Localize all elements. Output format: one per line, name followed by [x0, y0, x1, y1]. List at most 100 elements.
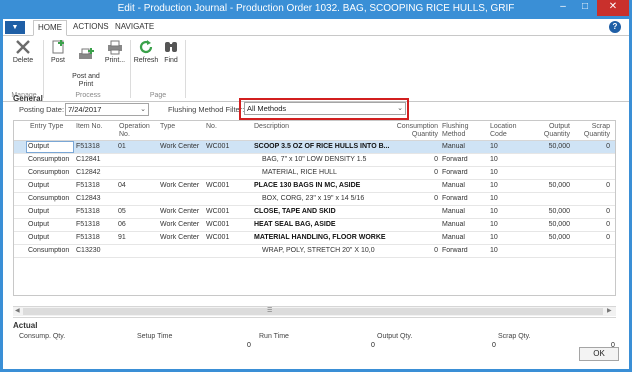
post-button[interactable]: Post — [47, 39, 69, 65]
header-entry-type[interactable]: Entry Type — [30, 123, 63, 131]
header-output-quantity[interactable]: Output Quantity — [534, 123, 570, 139]
journal-lines-grid[interactable]: Entry Type Item No. Operation No. Type N… — [13, 120, 616, 296]
cell-description[interactable]: HEAT SEAL BAG, ASIDE — [254, 221, 392, 228]
cell-operation-no[interactable]: 06 — [118, 221, 148, 228]
table-row[interactable]: Output F51318 91 Work Center WC001 MATERIAL H… — [14, 232, 615, 245]
app-menu-icon[interactable]: ▼ — [5, 21, 25, 34]
cell-entry-type[interactable]: Consumption — [28, 195, 74, 202]
cell-location-code[interactable]: 10 — [490, 247, 526, 254]
cell-type[interactable]: Work Center — [160, 143, 204, 150]
cell-entry-type[interactable]: Output — [28, 234, 74, 241]
cell-type[interactable]: Work Center — [160, 182, 204, 189]
header-description[interactable]: Description — [254, 123, 289, 131]
tab-actions[interactable]: ACTIONS — [73, 22, 109, 31]
cell-flushing-method[interactable]: Forward — [442, 195, 482, 202]
cell-no[interactable]: WC001 — [206, 221, 250, 228]
table-row[interactable]: Output F51318 04 Work Center WC001 PLACE 130 … — [14, 180, 615, 193]
delete-button[interactable]: Delete — [9, 39, 37, 65]
help-icon[interactable]: ? — [609, 21, 621, 33]
cell-description[interactable]: MATERIAL HANDLING, FLOOR WORKE — [254, 234, 392, 241]
cell-no[interactable]: WC001 — [206, 143, 250, 150]
cell-location-code[interactable]: 10 — [490, 156, 526, 163]
tab-home[interactable]: HOME — [33, 20, 67, 36]
cell-consumption-quantity[interactable]: 0 — [394, 195, 438, 202]
horizontal-scrollbar[interactable]: ◀ ☰ ▶ — [13, 306, 616, 316]
cell-type[interactable]: Work Center — [160, 221, 204, 228]
cell-operation-no[interactable]: 01 — [118, 143, 148, 150]
table-row[interactable]: Consumption C12841 BAG, 7" x 10" LOW DENSI… — [14, 154, 615, 167]
refresh-button[interactable]: Refresh — [133, 39, 159, 65]
cell-description[interactable]: WRAP, POLY, STRETCH 20" X 10,0 — [254, 247, 392, 254]
cell-description[interactable]: SCOOP 3.5 OZ OF RICE HULLS INTO B... — [254, 143, 392, 150]
find-button[interactable]: Find — [161, 39, 181, 65]
table-row[interactable]: Output F51318 05 Work Center WC001 CLOSE, TAP… — [14, 206, 615, 219]
chevron-down-icon[interactable]: ⌄ — [140, 104, 146, 115]
cell-operation-no[interactable]: 04 — [118, 182, 148, 189]
cell-description[interactable]: CLOSE, TAPE AND SKID — [254, 208, 392, 215]
header-flushing-method[interactable]: Flushing Method — [442, 123, 478, 139]
cell-item-no[interactable]: F51318 — [76, 234, 116, 241]
table-row[interactable]: Output F51318 01 Work Center WC001 SCOOP 3.5 … — [14, 141, 615, 154]
cell-item-no[interactable]: F51318 — [76, 221, 116, 228]
cell-type[interactable]: Work Center — [160, 208, 204, 215]
cell-scrap-quantity[interactable]: 0 — [576, 221, 610, 228]
cell-no[interactable]: WC001 — [206, 182, 250, 189]
cell-entry-type[interactable]: Consumption — [28, 169, 74, 176]
cell-output-quantity[interactable]: 50,000 — [530, 208, 570, 215]
header-scrap-quantity[interactable]: Scrap Quantity — [576, 123, 610, 139]
cell-consumption-quantity[interactable]: 0 — [394, 247, 438, 254]
cell-item-no[interactable]: C12843 — [76, 195, 116, 202]
cell-description[interactable]: BOX, CORG, 23" x 19" x 14 5/16 — [254, 195, 392, 202]
cell-no[interactable]: WC001 — [206, 208, 250, 215]
maximize-icon[interactable]: □ — [574, 0, 596, 16]
cell-output-quantity[interactable]: 50,000 — [530, 221, 570, 228]
cell-type[interactable]: Work Center — [160, 234, 204, 241]
cell-location-code[interactable]: 10 — [490, 143, 526, 150]
cell-entry-type[interactable]: Output — [28, 221, 74, 228]
table-row[interactable]: Output F51318 06 Work Center WC001 HEAT SEAL … — [14, 219, 615, 232]
cell-location-code[interactable]: 10 — [490, 234, 526, 241]
scrollbar-thumb[interactable] — [23, 308, 603, 315]
cell-no[interactable]: WC001 — [206, 234, 250, 241]
cell-output-quantity[interactable]: 50,000 — [530, 234, 570, 241]
cell-flushing-method[interactable]: Manual — [442, 182, 482, 189]
cell-flushing-method[interactable]: Forward — [442, 169, 482, 176]
cell-scrap-quantity[interactable]: 0 — [576, 143, 610, 150]
cell-operation-no[interactable]: 91 — [118, 234, 148, 241]
post-and-print-button[interactable]: Post and Print — [69, 39, 103, 89]
cell-location-code[interactable]: 10 — [490, 195, 526, 202]
cell-location-code[interactable]: 10 — [490, 169, 526, 176]
cell-entry-type[interactable]: Output — [28, 143, 74, 150]
close-icon[interactable]: ✕ — [597, 0, 629, 16]
cell-item-no[interactable]: F51318 — [76, 208, 116, 215]
cell-consumption-quantity[interactable]: 0 — [394, 156, 438, 163]
minimize-icon[interactable]: – — [552, 0, 574, 16]
cell-item-no[interactable]: C12841 — [76, 156, 116, 163]
cell-flushing-method[interactable]: Manual — [442, 221, 482, 228]
cell-flushing-method[interactable]: Forward — [442, 247, 482, 254]
scroll-left-icon[interactable]: ◀ — [15, 307, 20, 314]
cell-item-no[interactable]: F51318 — [76, 143, 116, 150]
table-row[interactable]: Consumption C12842 MATERIAL, RICE HULL 0 For… — [14, 167, 615, 180]
cell-description[interactable]: MATERIAL, RICE HULL — [254, 169, 392, 176]
cell-flushing-method[interactable]: Forward — [442, 156, 482, 163]
cell-item-no[interactable]: C13230 — [76, 247, 116, 254]
cell-entry-type[interactable]: Consumption — [28, 156, 74, 163]
table-row[interactable]: Consumption C12843 BOX, CORG, 23" x 19" x … — [14, 193, 615, 206]
cell-location-code[interactable]: 10 — [490, 182, 526, 189]
header-operation-no[interactable]: Operation No. — [119, 123, 153, 139]
cell-location-code[interactable]: 10 — [490, 208, 526, 215]
cell-description[interactable]: BAG, 7" x 10" LOW DENSITY 1.5 — [254, 156, 392, 163]
cell-entry-type[interactable]: Consumption — [28, 247, 74, 254]
cell-output-quantity[interactable]: 50,000 — [530, 182, 570, 189]
header-consumption-quantity[interactable]: Consumption Quantity — [390, 123, 438, 139]
cell-output-quantity[interactable]: 50,000 — [530, 143, 570, 150]
posting-date-field[interactable]: 7/24/2017 ⌄ — [65, 103, 149, 116]
scroll-right-icon[interactable]: ▶ — [607, 307, 612, 314]
header-location-code[interactable]: Location Code — [490, 123, 526, 139]
cell-flushing-method[interactable]: Manual — [442, 208, 482, 215]
cell-flushing-method[interactable]: Manual — [442, 143, 482, 150]
cell-entry-type[interactable]: Output — [28, 182, 74, 189]
print-button[interactable]: Print... — [103, 39, 127, 65]
cell-item-no[interactable]: F51318 — [76, 182, 116, 189]
